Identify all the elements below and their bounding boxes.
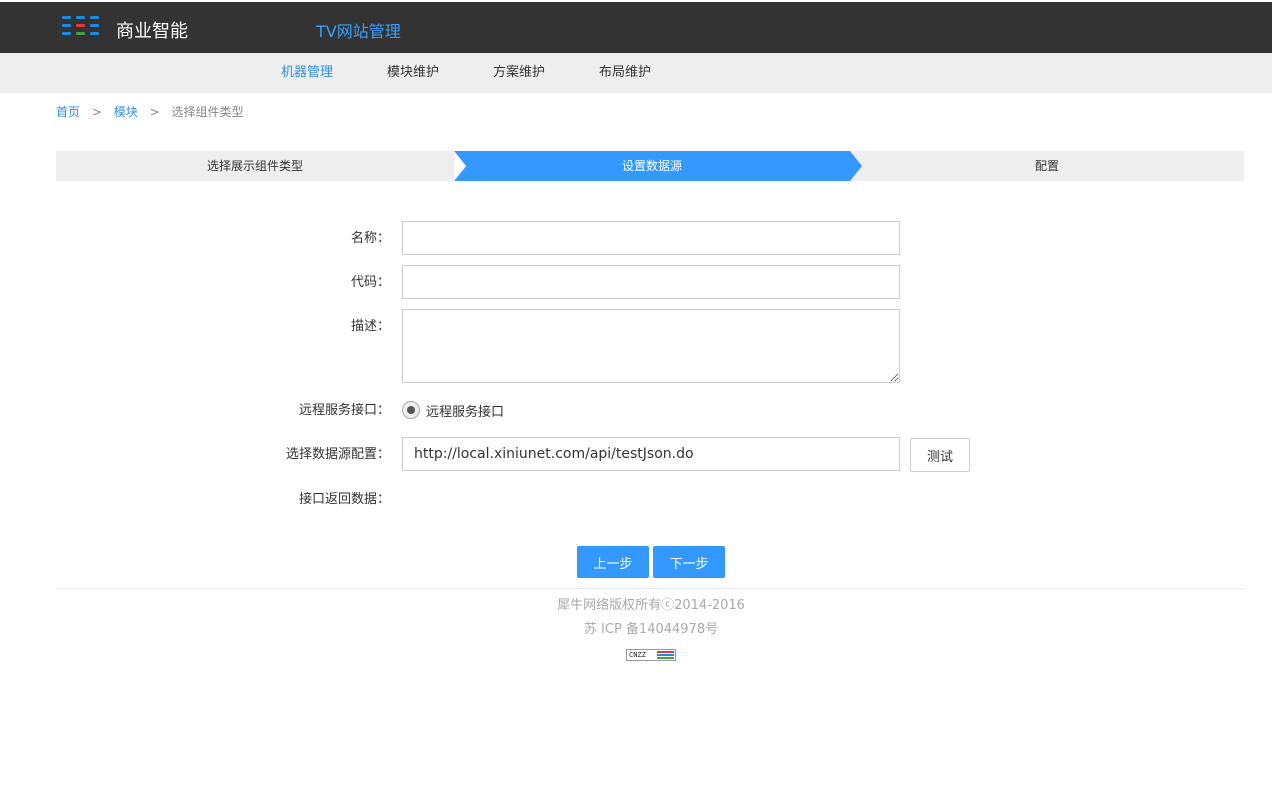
sub-navigation: 机器管理 模块维护 方案维护 布局维护	[0, 53, 1272, 93]
response-data-label: 接口返回数据：	[298, 492, 390, 507]
code-label: 代码：	[350, 275, 390, 290]
name-input[interactable]	[402, 221, 900, 255]
top-bar: 商业智能 TV网站管理	[0, 0, 1272, 53]
radio-selected-dot	[407, 406, 415, 414]
remote-service-radio-option[interactable]: 远程服务接口	[402, 400, 504, 420]
brand-name: 商业智能	[116, 21, 188, 42]
datasource-url-input[interactable]	[402, 437, 900, 471]
breadcrumb-module[interactable]: 模块	[114, 105, 138, 119]
nav-item-machine-management[interactable]: 机器管理	[281, 65, 333, 81]
footer-icp[interactable]: 苏 ICP 备14044978号	[0, 621, 1272, 639]
step-wizard: 选择展示组件类型 配置 设置数据源	[56, 151, 1244, 181]
breadcrumb: 首页 > 模块 > 选择组件类型	[56, 105, 243, 119]
previous-step-button[interactable]: 上一步	[577, 546, 649, 578]
next-step-button[interactable]: 下一步	[653, 546, 725, 578]
test-button[interactable]: 测试	[910, 438, 970, 472]
app-title[interactable]: TV网站管理	[316, 22, 401, 42]
step-label: 设置数据源	[621, 159, 682, 173]
remote-service-radio-label[interactable]: 远程服务接口	[426, 401, 504, 420]
step-set-data-source: 设置数据源	[454, 151, 850, 181]
logo-icon[interactable]	[62, 16, 102, 38]
breadcrumb-current: 选择组件类型	[171, 105, 244, 119]
code-input[interactable]	[402, 265, 900, 299]
breadcrumb-home[interactable]: 首页	[56, 105, 80, 119]
breadcrumb-separator: >	[91, 105, 102, 119]
cnzz-badge-text: CNZZ	[629, 651, 646, 659]
nav-item-module-maintenance[interactable]: 模块维护	[387, 65, 439, 81]
description-label: 描述：	[350, 319, 390, 334]
remote-service-radio[interactable]	[402, 401, 420, 419]
name-label: 名称：	[350, 231, 390, 246]
breadcrumb-separator: >	[149, 105, 160, 119]
description-textarea[interactable]	[402, 309, 900, 383]
footer-divider	[56, 588, 1244, 589]
cnzz-badge[interactable]: CNZZ	[626, 649, 676, 661]
remote-service-label: 远程服务接口：	[298, 403, 390, 418]
nav-item-layout-maintenance[interactable]: 布局维护	[599, 65, 651, 81]
nav-item-plan-maintenance[interactable]: 方案维护	[493, 65, 545, 81]
top-line	[0, 0, 1272, 2]
datasource-config-label: 选择数据源配置：	[285, 447, 390, 462]
footer-copyright: 犀牛网络版权所有ⓒ2014-2016	[557, 598, 745, 613]
